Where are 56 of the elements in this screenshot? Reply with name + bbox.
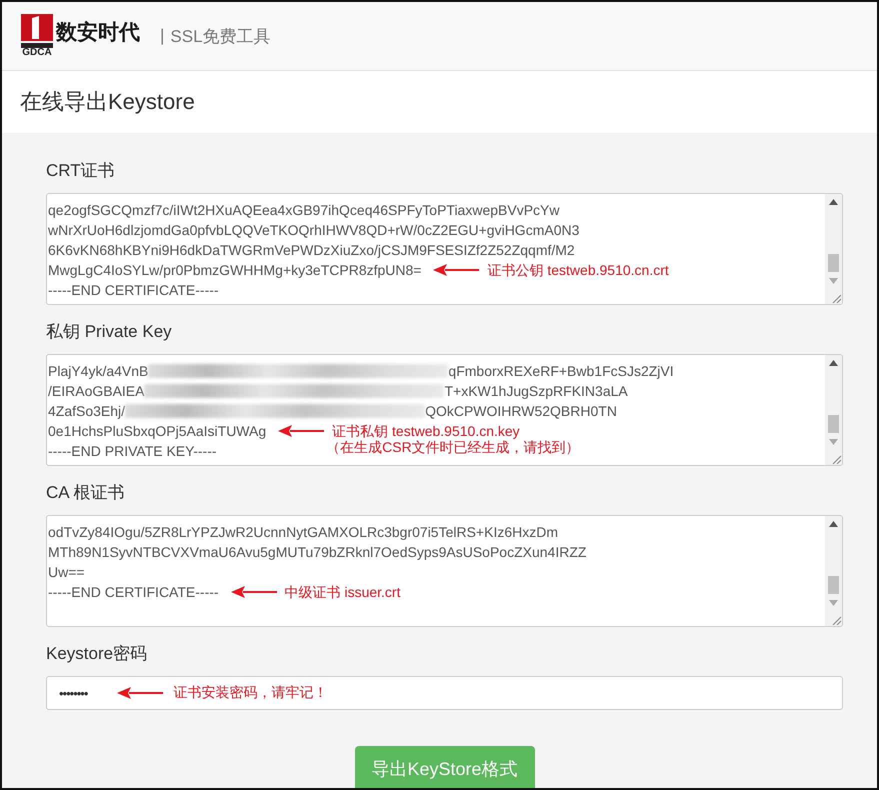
scroll-up-icon[interactable] (829, 360, 838, 366)
scrollbar[interactable] (825, 355, 842, 465)
scroll-down-icon[interactable] (829, 278, 838, 284)
annotation-text: 证书私钥 testweb.9510.cn.key (332, 422, 520, 440)
key-text: MTh89N1SyvNTBCVXVmaU6Avu5gMUTu79bZRknl7OedSyps9AsUSoPocZXun4IRZZ (48, 543, 586, 561)
key-text: 0e1HchsPluSbxqOPj5AaIsiTUWAg (48, 422, 266, 440)
brand-name: 数安时代 (56, 20, 140, 46)
text-area[interactable]: odTvZy84IOgu/5ZR8LrYPZJwR2UcnnNytGAMXOLRc3bgr07i5TelRS+KIz6HxzDm MTh89N1SyvNTBCVXVmaU6Avu5gMUTu79bZRknl7OedSyps9AsUSoPocZXun4IRZZ Uw== -----END CERTIFICATE----- 中级证书 issuer.crt (46, 515, 843, 627)
key-text: MwgLgC4IoSYLw/pr0PbmzGWHHMg+ky3eTCPR8zfpUN8= (48, 261, 422, 279)
key-text: 6K6vKN68hKBYni9H6dkDaTWGRmVePWDzXiuZxo/jCSJM9FSESIZf2Z52Zqqmf/M2 (48, 241, 575, 259)
key-text: -----END CERTIFICATE----- (48, 583, 219, 601)
tagline: SSL免费工具 (170, 26, 271, 48)
key-text: QOkCPWOIHRW52QBRH0TN (425, 402, 617, 420)
resize-grip-icon[interactable] (831, 454, 841, 464)
key-text: 4ZafSo3Ehj/ (48, 402, 126, 420)
key-text: odTvZy84IOgu/5ZR8LrYPZJwR2UcnnNytGAMXOLRc3bgr07i5TelRS+KIz6HxzDm (48, 523, 558, 541)
key-text: PlajY4yk/a4VnB (48, 362, 148, 380)
annotation-text: （在生成CSR文件时已经生成，请找到） (326, 439, 580, 456)
key-text: -----END PRIVATE KEY----- (48, 442, 217, 460)
password-value: •••••••• (59, 686, 88, 700)
scroll-down-icon[interactable] (829, 600, 838, 606)
resize-grip-icon[interactable] (831, 293, 841, 303)
annotation-text: 证书安装密码，请牢记！ (173, 684, 328, 702)
field-label: CA 根证书 (46, 482, 126, 504)
text-area[interactable] (46, 354, 843, 466)
separator: | (160, 26, 164, 46)
scroll-thumb[interactable] (828, 576, 839, 594)
scroll-up-icon[interactable] (829, 521, 838, 527)
scroll-down-icon[interactable] (829, 439, 838, 445)
resize-grip-icon[interactable] (831, 615, 841, 625)
key-text: T+xKW1hJugSzpRFKIN3aLA (444, 382, 628, 400)
page-title: 在线导出Keystore (2, 71, 877, 133)
key-text: qFmborxREXeRF+Bwb1FcSJs2ZjVI (448, 362, 674, 380)
annotation-text: 证书公钥 testweb.9510.cn.crt (487, 261, 669, 279)
scroll-up-icon[interactable] (829, 199, 838, 205)
field-label: Keystore密码 (46, 643, 148, 665)
arrow-icon (230, 586, 277, 598)
scrollbar[interactable] (825, 194, 842, 304)
password-field[interactable]: •••••••• 证书安装密码，请牢记！ (46, 676, 843, 710)
key-text: /EIRAoGBAIEA (48, 382, 144, 400)
logo-icon (21, 14, 53, 48)
annotation-text: 中级证书 issuer.crt (284, 583, 400, 601)
key-text: wNrXrUoH6dlzjomdGa0pfvbLQQVeTKOQrhIHWV8QD+rW/0cZ2EGU+gviHGcmA0N3 (48, 221, 580, 239)
scroll-thumb[interactable] (828, 254, 839, 272)
scrollbar[interactable] (825, 516, 842, 626)
key-text: -----END CERTIFICATE----- (48, 281, 219, 299)
field-label: CRT证书 (46, 160, 116, 182)
key-text: Uw== (48, 563, 85, 581)
arrow-icon (278, 425, 324, 437)
text-area[interactable] (46, 193, 843, 305)
key-text: qe2ogfSGCQmzf7c/iIWt2HXuAQEea4xGB97ihQceq46SPFyToPTiaxwepBVvPcYw (48, 201, 560, 219)
logo-text: GDCA (22, 48, 52, 58)
scroll-thumb[interactable] (828, 415, 839, 433)
arrow-icon (433, 264, 480, 276)
arrow-icon (117, 687, 164, 699)
field-label: 私钥 Private Key (46, 321, 173, 343)
